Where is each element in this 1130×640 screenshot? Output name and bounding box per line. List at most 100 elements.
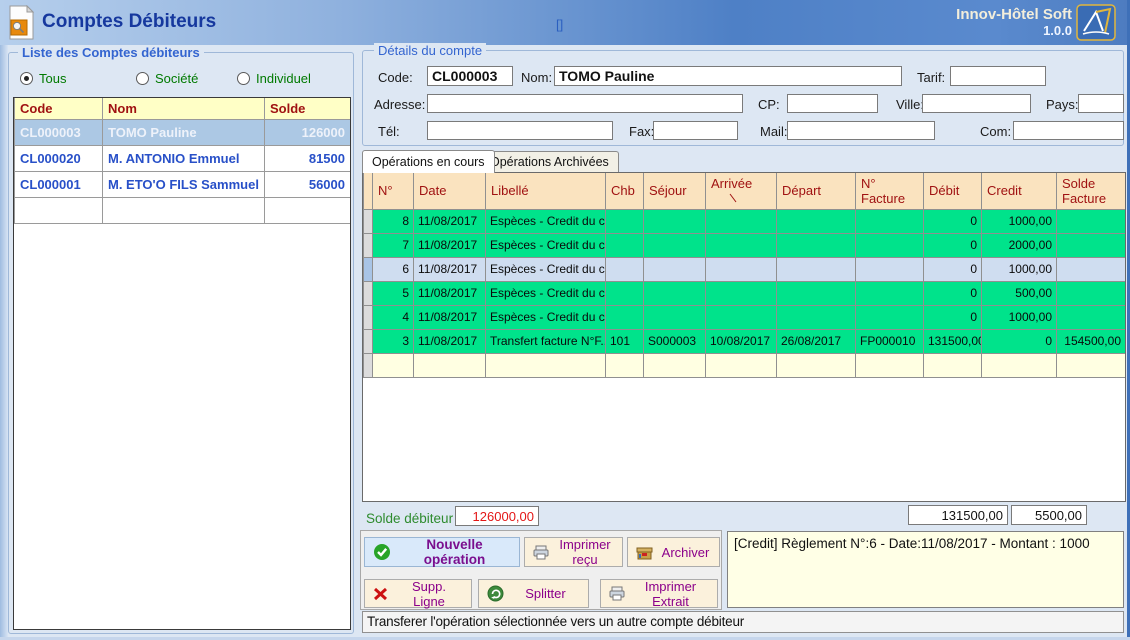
client-cell-code: CL000020	[15, 145, 103, 171]
grid-cell-n: 3	[373, 329, 414, 353]
grid-row[interactable]: 411/08/2017Espèces - Credit du c...01000…	[364, 305, 1126, 329]
radio-icon	[20, 72, 33, 85]
splitter-button[interactable]: Splitter	[478, 579, 589, 608]
client-row[interactable]: CL000001M. ETO'O FILS Sammuel56000	[15, 171, 351, 197]
code-field[interactable]: CL000003	[427, 66, 513, 86]
client-list-box: Code Nom Solde CL000003TOMO Pauline12600…	[13, 97, 351, 630]
grid-cell-sejour	[644, 257, 706, 281]
row-header-cell[interactable]	[364, 257, 373, 281]
com-label: Com:	[980, 124, 1011, 139]
fax-field[interactable]	[653, 121, 738, 140]
imprimer-extrait-button[interactable]: Imprimer Extrait	[600, 579, 718, 608]
grid-col-libelle[interactable]: Libellé	[486, 173, 606, 209]
grid-col-depart[interactable]: Départ	[777, 173, 856, 209]
grid-cell-facture	[856, 209, 924, 233]
grid-cell-depart	[777, 257, 856, 281]
filter-radio-individuel[interactable]: Individuel	[237, 71, 311, 86]
grid-row[interactable]: 511/08/2017Espèces - Credit du c...0500,…	[364, 281, 1126, 305]
mail-field[interactable]	[787, 121, 935, 140]
radio-icon	[136, 72, 149, 85]
client-list-group-title: Liste des Comptes débiteurs	[18, 45, 204, 60]
grid-cell-solde	[1057, 257, 1126, 281]
grid-cell-arrivee	[706, 281, 777, 305]
grid-col-arrivee[interactable]: Arrivée	[706, 173, 777, 209]
cp-field[interactable]	[787, 94, 878, 113]
client-col-code[interactable]: Code	[15, 98, 103, 119]
grid-cell-chb	[606, 233, 644, 257]
archiver-button[interactable]: Archiver	[627, 537, 720, 567]
grid-cell-arrivee	[706, 233, 777, 257]
grid-empty-row[interactable]	[364, 353, 1126, 377]
grid-col-solde-facture[interactable]: Solde Facture	[1057, 173, 1126, 209]
tarif-field[interactable]	[950, 66, 1046, 86]
grid-col-n[interactable]: N°	[373, 173, 414, 209]
grid-cell-facture	[856, 305, 924, 329]
tab-operations-archivees[interactable]: Opérations Archivées	[480, 151, 619, 172]
grid-cell-debit: 0	[924, 281, 982, 305]
grid-cell-solde	[1057, 305, 1126, 329]
grid-cell-credit: 1000,00	[982, 305, 1057, 329]
row-header-cell[interactable]	[364, 281, 373, 305]
solde-debiteur-label: Solde débiteur	[366, 511, 453, 526]
supp-ligne-button[interactable]: Supp. Ligne	[364, 579, 472, 608]
nouvelle-operation-button[interactable]: Nouvelle opération	[364, 537, 520, 567]
adresse-label: Adresse:	[374, 97, 425, 112]
document-magnifier-icon	[7, 5, 36, 41]
app-window: Comptes Débiteurs [] Innov-Hôtel Soft 1.…	[0, 0, 1130, 640]
filter-radio-tous[interactable]: Tous	[20, 71, 66, 86]
client-cell-solde: 56000	[265, 171, 351, 197]
grid-col-chb[interactable]: Chb	[606, 173, 644, 209]
client-row[interactable]: CL000020M. ANTONIO Emmuel81500	[15, 145, 351, 171]
grid-cell-depart	[777, 233, 856, 257]
grid-row[interactable]: 711/08/2017Espèces - Credit du c...02000…	[364, 233, 1126, 257]
grid-row[interactable]: 811/08/2017Espèces - Credit du c...01000…	[364, 209, 1126, 233]
com-field[interactable]	[1013, 121, 1124, 140]
client-cell-nom: TOMO Pauline	[103, 119, 265, 145]
grid-cell-facture	[856, 281, 924, 305]
grid-cell-libelle: Espèces - Credit du c...	[486, 281, 606, 305]
grid-cell-chb	[606, 209, 644, 233]
row-header-cell[interactable]	[364, 209, 373, 233]
grid-cell-depart: 26/08/2017	[777, 329, 856, 353]
grid-cell-arrivee	[706, 209, 777, 233]
grid-col-date[interactable]: Date	[414, 173, 486, 209]
grid-cell-debit: 131500,00	[924, 329, 982, 353]
grid-row[interactable]: 311/08/2017Transfert facture N°F...101S0…	[364, 329, 1126, 353]
row-header-cell[interactable]	[364, 233, 373, 257]
client-row[interactable]: CL000003TOMO Pauline126000	[15, 119, 351, 145]
grid-cell-date: 11/08/2017	[414, 257, 486, 281]
tel-field[interactable]	[427, 121, 613, 140]
grid-cell-arrivee	[706, 305, 777, 329]
adresse-field[interactable]	[427, 94, 743, 113]
row-header-cell[interactable]	[364, 305, 373, 329]
row-header-cell[interactable]	[364, 329, 373, 353]
grid-cell-arrivee	[706, 257, 777, 281]
client-empty-row[interactable]	[15, 197, 351, 223]
filter-radio-societe[interactable]: Société	[136, 71, 198, 86]
grid-col-credit[interactable]: Credit	[982, 173, 1057, 209]
tab-operations-en-cours[interactable]: Opérations en cours	[362, 150, 495, 173]
client-col-solde[interactable]: Solde	[265, 98, 351, 119]
ville-field[interactable]	[922, 94, 1031, 113]
grid-cell-date: 11/08/2017	[414, 329, 486, 353]
nom-field[interactable]: TOMO Pauline	[554, 66, 902, 86]
grid-col-debit[interactable]: Débit	[924, 173, 982, 209]
nom-label: Nom:	[521, 70, 552, 85]
imprimer-recu-button[interactable]: Imprimer reçu	[524, 537, 623, 567]
radio-icon	[237, 72, 250, 85]
pays-field[interactable]	[1078, 94, 1124, 113]
title-bar: Comptes Débiteurs [] Innov-Hôtel Soft 1.…	[0, 0, 1130, 45]
grid-cell-credit: 500,00	[982, 281, 1057, 305]
client-col-nom[interactable]: Nom	[103, 98, 265, 119]
grid-cell-date: 11/08/2017	[414, 305, 486, 329]
grid-col-facture[interactable]: N° Facture	[856, 173, 924, 209]
grid-cell-facture	[856, 257, 924, 281]
grid-row[interactable]: 611/08/2017Espèces - Credit du c...01000…	[364, 257, 1126, 281]
printer-icon	[533, 545, 549, 560]
grid-cell-chb	[606, 281, 644, 305]
title-decoration: []	[556, 17, 563, 32]
grid-cell-depart	[777, 305, 856, 329]
grid-corner-cell	[364, 173, 373, 209]
operations-grid: N° Date Libellé Chb Séjour Arrivée Dépar…	[362, 172, 1126, 502]
grid-col-sejour[interactable]: Séjour	[644, 173, 706, 209]
